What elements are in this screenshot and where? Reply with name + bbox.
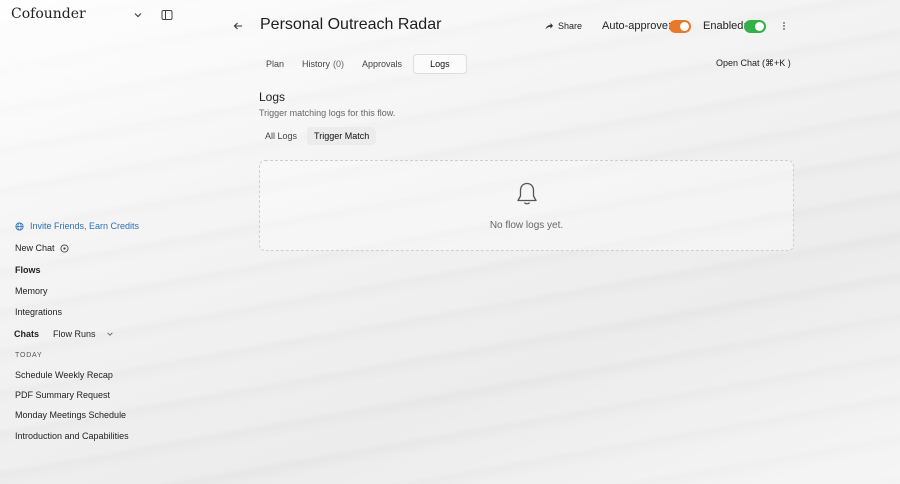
chat-list-item[interactable]: Introduction and Capabilities xyxy=(15,431,129,441)
new-chat-label: New Chat xyxy=(15,243,55,253)
subtab-trigger-match[interactable]: Trigger Match xyxy=(307,127,377,145)
open-chat-button[interactable]: Open Chat (⌘+K ) xyxy=(716,58,791,69)
app-window: Cofounder Invite Friends, Earn Credits N… xyxy=(0,0,900,484)
enabled-toggle[interactable] xyxy=(744,20,766,33)
chat-list-item[interactable]: Schedule Weekly Recap xyxy=(15,370,113,380)
arrow-left-icon[interactable] xyxy=(232,20,244,32)
empty-state: No flow logs yet. xyxy=(259,160,794,251)
chat-list-item[interactable]: PDF Summary Request xyxy=(15,390,110,400)
tab-logs[interactable]: Logs xyxy=(413,54,467,74)
auto-approve-toggle[interactable] xyxy=(669,20,691,33)
globe-icon xyxy=(15,221,24,231)
plus-circle-icon xyxy=(59,243,69,253)
toggle-knob xyxy=(755,22,764,31)
brand-logo[interactable]: Cofounder xyxy=(11,6,86,22)
tab-approvals-label: Approvals xyxy=(362,59,403,69)
sidebar-panel-icon[interactable] xyxy=(161,9,173,21)
logs-subtabs: All Logs Trigger Match xyxy=(259,127,377,145)
section-subtitle: Trigger matching logs for this flow. xyxy=(259,108,396,118)
chevron-down-icon[interactable] xyxy=(106,330,114,338)
chat-list-item[interactable]: Monday Meetings Schedule xyxy=(15,410,126,420)
tab-approvals[interactable]: Approvals xyxy=(355,54,409,74)
subtab-all-logs[interactable]: All Logs xyxy=(259,127,303,145)
sidebar-item-flows[interactable]: Flows xyxy=(15,265,41,275)
enabled-label: Enabled: xyxy=(703,20,747,32)
share-label: Share xyxy=(558,21,583,31)
tab-history-label: History xyxy=(302,59,331,69)
invite-link[interactable]: Invite Friends, Earn Credits xyxy=(15,221,139,231)
invite-label: Invite Friends, Earn Credits xyxy=(30,221,140,231)
toggle-knob xyxy=(680,22,689,31)
tab-logs-label: Logs xyxy=(430,59,450,69)
sidebar-item-integrations[interactable]: Integrations xyxy=(15,307,62,317)
tab-history[interactable]: History (0) xyxy=(295,54,351,74)
page-title: Personal Outreach Radar xyxy=(260,16,442,33)
tab-plan[interactable]: Plan xyxy=(259,54,291,74)
new-chat-button[interactable]: New Chat xyxy=(15,243,69,253)
empty-state-text: No flow logs yet. xyxy=(489,220,564,231)
more-vertical-icon[interactable] xyxy=(780,20,788,32)
chevron-down-icon[interactable] xyxy=(133,10,143,20)
section-label-today: TODAY xyxy=(15,352,43,359)
chats-tabs: Chats Flow Runs xyxy=(14,329,114,339)
tab-flow-runs[interactable]: Flow Runs xyxy=(53,329,96,339)
sidebar: Cofounder Invite Friends, Earn Credits N… xyxy=(0,0,200,484)
flow-tabs: Plan History (0) Approvals Logs xyxy=(259,54,467,74)
tab-chats[interactable]: Chats xyxy=(14,329,39,339)
history-count: (0) xyxy=(333,59,345,69)
sidebar-item-memory[interactable]: Memory xyxy=(15,286,48,296)
bell-icon xyxy=(517,182,537,205)
auto-approve-label: Auto-approve: xyxy=(602,20,672,32)
share-icon xyxy=(545,23,553,30)
tab-plan-label: Plan xyxy=(266,59,285,69)
section-title: Logs xyxy=(259,90,286,104)
share-button[interactable]: Share xyxy=(544,21,582,31)
